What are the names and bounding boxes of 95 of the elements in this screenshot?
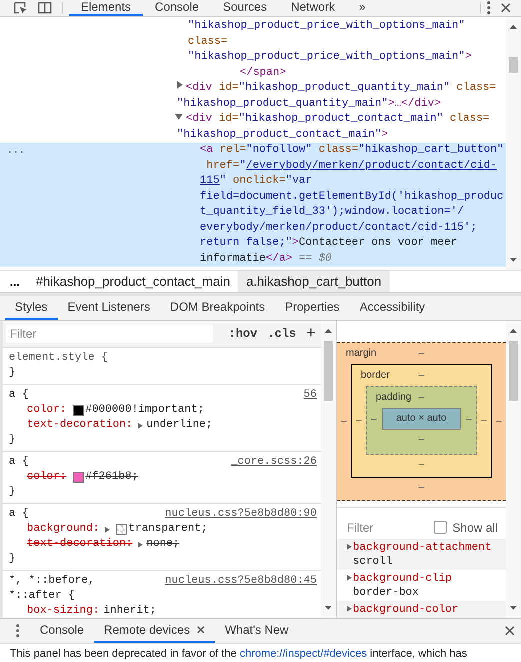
more-button[interactable]: ... [0,143,200,158]
link[interactable]: chrome://inspect/#devices [240,648,368,660]
kebab-menu-icon[interactable] [16,624,20,638]
box-value: – [418,459,424,470]
code-block[interactable]: "hikashop_product_price_with_options_main" class= "hikashop_product_price_with_options_main"> [0,19,506,66]
property-value: transparent; [128,522,208,537]
source-link[interactable]: _core.scss:26 [231,455,317,470]
property-value: inherit; [104,604,156,618]
checkbox-label: Show all [452,520,498,535]
expand-arrow-icon[interactable] [347,575,352,581]
css-selector: a { [9,507,29,522]
box-value: – [340,416,348,426]
show-all-checkbox[interactable] [434,521,447,534]
property-name: background-clip [353,572,454,586]
collapse-arrow-icon[interactable] [175,114,183,120]
kebab-menu-icon[interactable] [487,1,491,15]
box-value: – [355,415,363,426]
source-link[interactable]: nucleus.css?5e8b8d80:90 [165,507,317,522]
panel-tab[interactable]: Network [279,0,348,16]
checkerboard-swatch-icon[interactable] [116,524,127,535]
property-name: box-sizing: [27,604,100,618]
source-link[interactable]: 56 [304,388,317,403]
closing-brace: } [9,433,17,448]
device-toolbar-icon[interactable] [38,2,52,14]
property-name: color: [27,403,67,418]
more-button[interactable]: ... [0,271,28,292]
property-value: scroll [353,555,394,569]
property-value: border-box [353,586,420,600]
content-box: auto × auto [382,408,461,430]
closing-brace: } [9,552,17,567]
source-link[interactable]: nucleus.css?5e8b8d80:45 [165,574,317,589]
property-value: #000000!important; [86,403,204,418]
expand-arrow-icon[interactable] [104,526,110,532]
close-icon[interactable] [501,3,511,13]
property-name: background-attachment [353,541,493,555]
css-selector: *, *::before, *::after { [9,574,96,604]
code-block[interactable]: </span> [0,66,506,81]
add-rule-button[interactable]: + [304,325,318,343]
color-swatch-icon[interactable] [72,472,84,483]
box-value: – [418,348,424,359]
pane-tab[interactable]: Accessibility [350,296,436,320]
expand-arrow-icon[interactable] [347,544,352,550]
property-name: color: [27,470,67,485]
drawer-tab[interactable]: Remote devices [94,619,216,643]
box-value: – [418,370,424,381]
box-label: padding [375,392,413,403]
property-name: background: [27,522,100,537]
deprecation-message: This panel has been deprecated in favor of the chrome://inspect/#devices interface, which has [10,647,468,661]
more-tabs-button[interactable]: » [347,0,378,16]
hover-state-button[interactable]: :hov [226,327,260,341]
box-label: border [360,370,391,381]
class-button[interactable]: .cls [266,327,298,341]
pane-tab[interactable]: Properties [275,296,350,320]
breadcrumb[interactable]: #hikashop_product_contact_main [28,271,238,292]
box-value: – [418,392,424,403]
box-value: – [465,414,473,424]
box-value: – [480,415,488,426]
panel-tab[interactable]: Sources [211,0,280,16]
property-name: background-color [353,603,460,617]
box-value: – [495,416,503,426]
pane-tab[interactable]: DOM Breakpoints [160,296,276,320]
css-selector: a { [9,455,29,470]
close-icon[interactable] [505,626,515,636]
box-value: – [418,482,424,493]
filter-field[interactable]: Filter [6,325,213,343]
color-swatch-icon[interactable] [72,405,84,416]
drawer-tab[interactable]: What's New [215,619,299,643]
box-value: – [418,434,424,445]
css-selector: element.style { [9,351,108,366]
property-name: text-decoration: [27,418,133,433]
breadcrumb[interactable]: a.hikashop_cart_button [238,271,390,292]
property-name: text-decoration: [27,537,133,552]
css-selector: a { [9,388,29,403]
expand-arrow-icon[interactable] [177,81,183,89]
expand-arrow-icon[interactable] [138,542,143,548]
inspect-cursor-icon[interactable] [14,2,28,14]
link[interactable]: 115 [200,175,220,187]
panel-tab[interactable]: Console [143,0,212,16]
close-icon[interactable] [197,626,206,634]
property-value: none; [146,537,180,552]
panel-tab[interactable]: Elements [69,0,144,16]
property-value: underline; [146,418,213,433]
expand-arrow-icon[interactable] [138,422,143,428]
code-block[interactable]: <a rel="nofollow" class="hikashop_cart_button" href="/everybody/merken/product/contact/cid- 115" onclick="var field=document.getElementById('hikashop_produc t_quantity_field_33');window.location='/ everybody/merken/product/contact/cid-115'; return false;">Contacteer ons voor meer informatie</a> == $0 [200,143,504,267]
box-label: margin [345,348,378,359]
pane-tab[interactable]: Event Listeners [58,296,160,320]
code-block[interactable]: <div id="hikashop_product_quantity_main" class= "hikashop_product_quantity_main">…</div> [0,81,506,112]
link[interactable]: /everybody/merken/product/contact/cid- [246,160,498,172]
drawer-tab[interactable]: Console [30,619,94,643]
code-block[interactable]: <div id="hikashop_product_contact_main" class= "hikashop_product_contact_main"> [0,112,506,143]
expand-arrow-icon[interactable] [347,606,352,612]
closing-brace: } [9,485,17,500]
closing-brace: } [9,366,17,381]
box-value: – [370,414,378,424]
property-value: #f261b8; [86,470,138,485]
